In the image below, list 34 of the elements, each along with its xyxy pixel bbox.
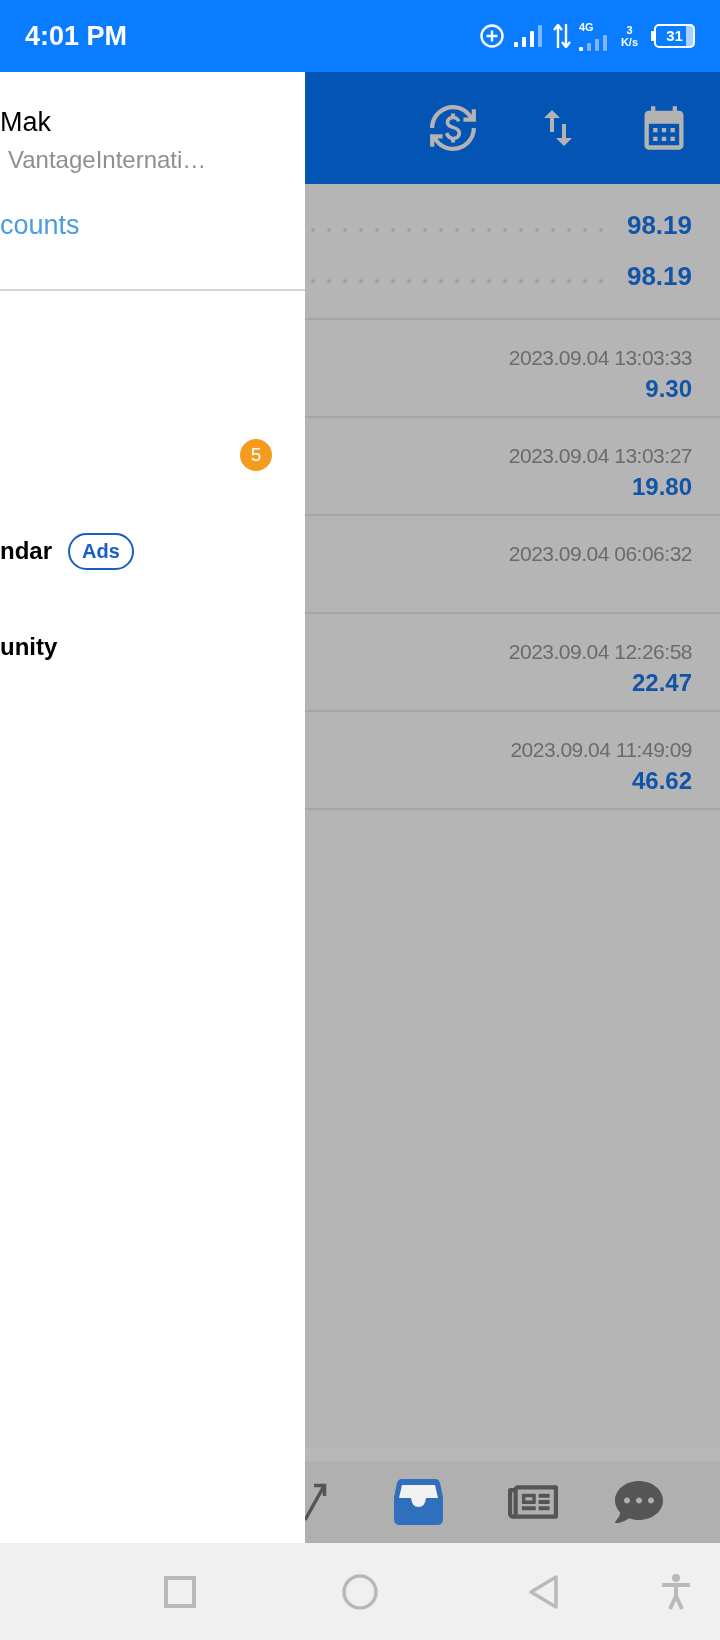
- history-time: 2023.09.04 13:03:33: [508, 345, 692, 371]
- inbox-tab[interactable]: [394, 1479, 443, 1525]
- battery-indicator: 31: [654, 24, 695, 48]
- data-arrows-icon: [552, 24, 571, 48]
- diagonal-arrow-icon: [305, 1482, 327, 1522]
- battery-tip: [651, 31, 654, 41]
- status-time: 4:01 PM: [25, 20, 128, 52]
- add-circle-icon: [479, 24, 504, 48]
- inbox-tray-icon: [394, 1479, 443, 1525]
- account-name: Mak: [0, 106, 51, 138]
- history-time: 2023.09.04 13:03:27: [508, 443, 692, 469]
- summary-value: 98.19: [626, 259, 692, 292]
- signal-bars-icon: [513, 25, 542, 47]
- history-value: 9.30: [645, 374, 692, 404]
- network-type: 4G: [578, 21, 594, 33]
- account-server: VantageInternati…: [8, 146, 207, 174]
- history-value: 19.80: [631, 472, 692, 502]
- chat-bubble-icon: [615, 1478, 663, 1526]
- history-time: 2023.09.04 06:06:32: [508, 541, 692, 567]
- history-value: 46.62: [631, 766, 692, 796]
- history-value: 22.47: [631, 668, 692, 698]
- currency-exchange-icon[interactable]: [428, 103, 478, 153]
- history-time: 2023.09.04 11:49:09: [510, 737, 692, 763]
- menu-item[interactable]: unity: [0, 632, 58, 662]
- notification-badge: 5: [240, 439, 272, 471]
- expand-tab[interactable]: [305, 1482, 327, 1522]
- network-speed-value: 3: [626, 24, 633, 36]
- ads-tag: Ads: [68, 532, 134, 570]
- network-speed-unit: K/s: [620, 36, 638, 48]
- summary-value: 98.19: [626, 208, 692, 241]
- chat-tab[interactable]: [615, 1478, 663, 1526]
- history-time: 2023.09.04 12:26:58: [508, 639, 692, 665]
- menu-item[interactable]: ndar: [0, 536, 52, 566]
- signal-bars-icon: [578, 34, 607, 51]
